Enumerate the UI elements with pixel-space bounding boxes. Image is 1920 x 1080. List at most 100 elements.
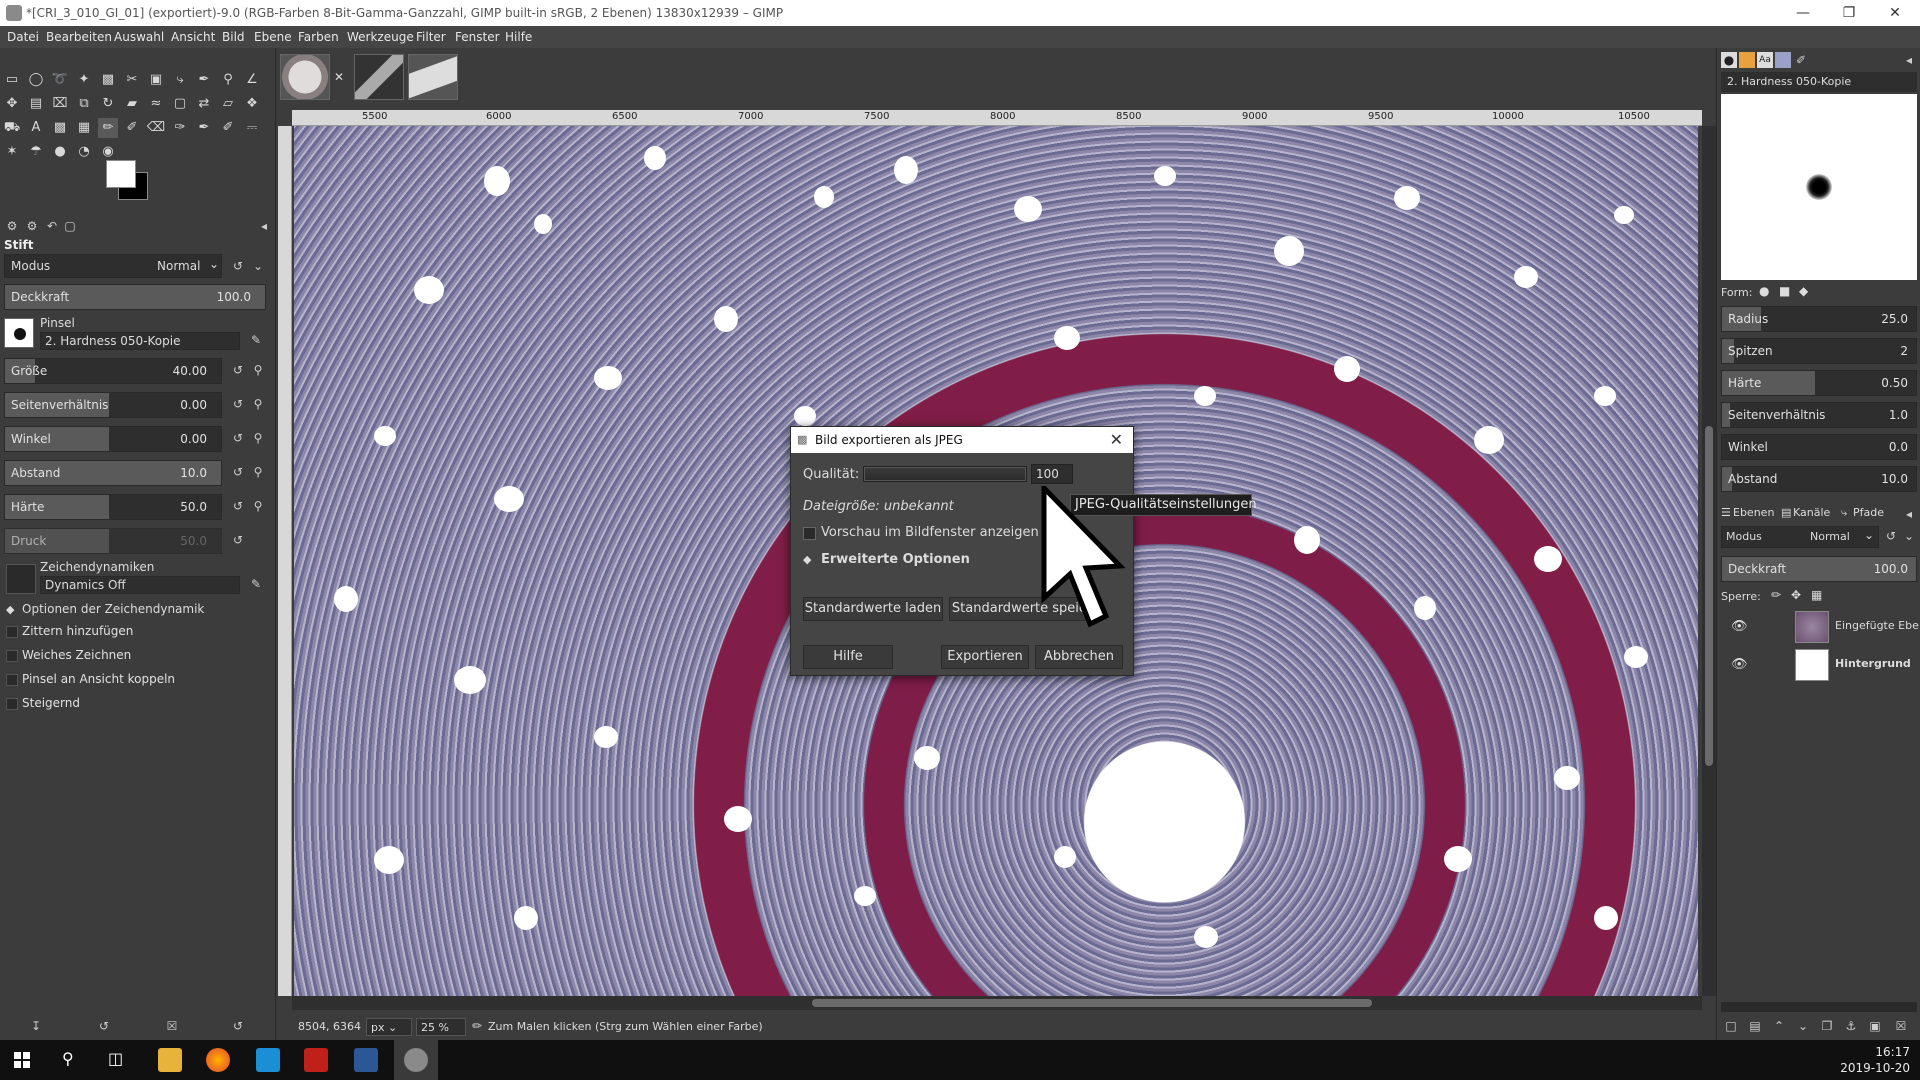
menu-werkzeuge[interactable]: Werkzeuge <box>347 30 414 44</box>
reset-options-icon[interactable]: ↺ <box>230 1018 246 1034</box>
dock-menu-icon[interactable]: ◂ <box>256 218 272 234</box>
pencil-icon[interactable]: ✏ <box>98 118 118 138</box>
perspective-icon[interactable]: ▱ <box>218 94 238 114</box>
lock-position-icon[interactable]: ✥ <box>1791 588 1801 602</box>
brush-preview-button[interactable] <box>4 318 34 348</box>
close-icon[interactable]: ✕ <box>334 70 344 84</box>
fuzzy-select-icon[interactable]: ✦ <box>74 70 94 90</box>
reset-mode-icon[interactable]: ↺ <box>230 258 246 274</box>
radius-slider[interactable]: Radius 25.0 <box>1721 306 1917 332</box>
aspect-ratio-slider[interactable]: Seitenverhältnis 1.0 <box>1721 402 1917 428</box>
image-tab-thumbnail[interactable] <box>408 54 458 100</box>
link-icon[interactable]: ⚲ <box>250 396 266 412</box>
cancel-button[interactable]: Abbrechen <box>1035 645 1123 669</box>
smudge-icon[interactable]: ● <box>50 142 70 162</box>
dynamics-options-expander[interactable]: Optionen der Zeichendynamik <box>22 602 204 616</box>
gradient-icon[interactable]: ▩ <box>50 118 70 138</box>
advanced-options-expander[interactable]: Erweiterte Optionen <box>821 552 970 567</box>
layer-row[interactable]: 👁 Eingefügte Ebe <box>1721 608 1919 646</box>
quality-slider[interactable] <box>863 466 1027 482</box>
restore-options-icon[interactable]: ↺ <box>96 1018 112 1034</box>
lock-alpha-icon[interactable]: ▦ <box>1811 588 1822 602</box>
circle-shape-icon[interactable]: ● <box>1759 284 1769 298</box>
square-shape-icon[interactable]: ■ <box>1779 284 1790 298</box>
load-defaults-button[interactable]: Standardwerte laden <box>803 597 943 621</box>
foreground-color-swatch[interactable] <box>106 160 136 188</box>
task-view-icon[interactable]: ◫ <box>108 1049 123 1068</box>
layer-mode-select[interactable]: Modus Normal ⌄ <box>1721 526 1879 548</box>
layers-scrollbar[interactable] <box>1721 1002 1917 1012</box>
blur-icon[interactable]: ☂ <box>26 142 46 162</box>
aspect-ratio-slider[interactable]: Seitenverhältnis 0.00 <box>4 392 222 418</box>
menu-farben[interactable]: Farben <box>298 30 339 44</box>
ellipse-select-icon[interactable]: ◯ <box>26 70 46 90</box>
select-by-color-icon[interactable]: ▩ <box>98 70 118 90</box>
warp-icon[interactable]: ≈ <box>146 94 166 114</box>
new-layer-icon[interactable]: □ <box>1723 1018 1739 1034</box>
reset-mode-icon[interactable]: ↺ <box>1883 528 1899 544</box>
raise-layer-icon[interactable]: ⌃ <box>1771 1018 1787 1034</box>
menu-auswahl[interactable]: Auswahl <box>114 30 164 44</box>
dynamics-icon[interactable] <box>6 564 36 594</box>
size-slider[interactable]: Größe 40.00 <box>4 358 222 384</box>
minimize-button[interactable]: — <box>1780 0 1826 26</box>
color-picker-icon[interactable]: ✒ <box>194 70 214 90</box>
file-explorer-icon[interactable] <box>158 1048 182 1072</box>
shear-icon[interactable]: ▰ <box>122 94 142 114</box>
image-tab-thumbnail[interactable] <box>280 54 330 100</box>
link-icon[interactable]: ⚲ <box>250 498 266 514</box>
app-icon[interactable] <box>256 1048 280 1072</box>
brush-editor-tab-icon[interactable]: ✐ <box>1793 52 1809 68</box>
clock-date[interactable]: 2019-10-20 <box>1840 1061 1910 1075</box>
brushes-tab-icon[interactable]: ● <box>1721 52 1737 68</box>
reset-icon[interactable]: ↺ <box>230 464 246 480</box>
layer-opacity-slider[interactable]: Deckkraft 100.0 <box>1721 556 1917 582</box>
smooth-stroke-checkbox[interactable] <box>6 650 18 662</box>
ink-icon[interactable]: ✒ <box>194 118 214 138</box>
close-button[interactable]: ✕ <box>1872 0 1918 26</box>
edit-brush-icon[interactable]: ✎ <box>248 332 264 348</box>
pressure-slider[interactable]: Druck 50.0 <box>4 528 222 554</box>
angle-slider[interactable]: Winkel 0.00 <box>4 426 222 452</box>
mask-icon[interactable]: ▣ <box>1867 1018 1883 1034</box>
horizontal-ruler[interactable]: 5500 6000 6500 7000 7500 8000 8500 9000 … <box>292 110 1702 126</box>
diamond-shape-icon[interactable]: ◆ <box>1799 284 1808 298</box>
save-options-icon[interactable]: ↧ <box>28 1018 44 1034</box>
menu-hilfe[interactable]: Hilfe <box>505 30 532 44</box>
menu-fenster[interactable]: Fenster <box>455 30 500 44</box>
link-icon[interactable]: ⚲ <box>250 362 266 378</box>
reset-icon[interactable]: ↺ <box>230 430 246 446</box>
anchor-layer-icon[interactable]: ⚓ <box>1843 1018 1859 1034</box>
maximize-button[interactable]: ❐ <box>1826 0 1872 26</box>
bucket-fill-icon[interactable]: ⛟ <box>2 118 22 138</box>
tab-paths[interactable]: Pfade <box>1853 506 1884 519</box>
undo-history-tab-icon[interactable]: ↶ <box>44 218 60 234</box>
lock-brush-view-checkbox[interactable] <box>6 674 18 686</box>
firefox-icon[interactable] <box>206 1048 230 1072</box>
edit-dynamics-icon[interactable]: ✎ <box>248 576 264 592</box>
zoom-icon[interactable]: ⚲ <box>218 70 238 90</box>
reset-icon[interactable]: ↺ <box>230 362 246 378</box>
incremental-checkbox[interactable] <box>6 698 18 710</box>
jitter-checkbox[interactable] <box>6 626 18 638</box>
close-icon[interactable]: ✕ <box>1110 430 1123 449</box>
duplicate-layer-icon[interactable]: ❐ <box>1819 1018 1835 1034</box>
brush-name-field[interactable]: 2. Hardness 050-Kopie <box>1721 72 1917 92</box>
dock-menu-icon[interactable]: ◂ <box>1901 52 1917 68</box>
visibility-eye-icon[interactable]: 👁 <box>1731 619 1749 634</box>
flip-icon[interactable]: ⇄ <box>194 94 214 114</box>
clone-icon[interactable]: ⎓ <box>242 118 262 138</box>
paintbrush-icon[interactable]: ✐ <box>122 118 142 138</box>
perspective-clone-icon[interactable]: ✶ <box>2 142 22 162</box>
gimp-taskbar-button[interactable] <box>394 1040 438 1080</box>
unit-select[interactable]: px ⌄ <box>366 1018 412 1036</box>
search-icon[interactable]: ⚲ <box>62 1049 74 1068</box>
help-button[interactable]: Hilfe <box>803 645 893 669</box>
reset-icon[interactable]: ↺ <box>230 396 246 412</box>
lock-pixels-icon[interactable]: ✏ <box>1771 588 1781 602</box>
lasso-icon[interactable]: ➰ <box>50 70 70 90</box>
expander-icon[interactable]: ◆ <box>6 603 14 616</box>
dock-menu-icon[interactable]: ◂ <box>1901 506 1917 522</box>
dodge-burn-icon[interactable]: ◔ <box>74 142 94 162</box>
visibility-eye-icon[interactable]: 👁 <box>1731 657 1749 672</box>
